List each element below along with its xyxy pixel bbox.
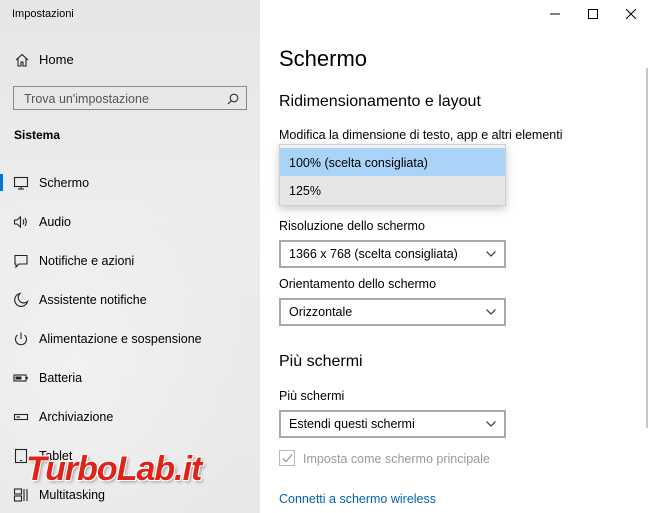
maximize-icon	[588, 9, 598, 19]
nav-home-label: Home	[39, 52, 74, 67]
dropdown-option-125[interactable]: 125%	[280, 176, 505, 205]
section-label: Sistema	[14, 128, 61, 142]
orientation-value: Orizzontale	[289, 305, 353, 319]
power-icon	[13, 331, 29, 347]
home-icon	[14, 52, 30, 68]
scale-dropdown-list[interactable]: 100% (scelta consigliata) 125%	[279, 144, 506, 206]
main-panel: Schermo Ridimensionamento e layout Modif…	[260, 0, 650, 513]
multi-select[interactable]: Estendi questi schermi	[279, 410, 506, 438]
sidebar-item-label: Assistente notifiche	[39, 293, 147, 307]
sidebar-item-label: Schermo	[39, 176, 90, 190]
multi-heading: Più schermi	[279, 353, 363, 370]
sidebar-item-audio[interactable]: Audio	[0, 202, 260, 241]
multi-value: Estendi questi schermi	[289, 417, 415, 431]
close-button[interactable]	[612, 0, 650, 28]
primary-display-checkbox[interactable]	[279, 450, 295, 466]
nav-home[interactable]: Home	[0, 48, 260, 72]
search-icon[interactable]	[227, 92, 239, 105]
dropdown-option-100[interactable]: 100% (scelta consigliata)	[280, 148, 505, 177]
sidebar-item-label: Batteria	[39, 371, 83, 385]
resolution-value: 1366 x 768 (scelta consigliata)	[289, 247, 458, 261]
notification-icon	[13, 253, 29, 269]
scrollbar[interactable]	[646, 68, 648, 428]
search-input[interactable]	[24, 91, 214, 106]
moon-icon	[13, 292, 29, 308]
resolution-label: Risoluzione dello schermo	[279, 219, 425, 233]
resolution-select[interactable]: 1366 x 768 (scelta consigliata)	[279, 240, 506, 268]
sidebar-item-archiviazione[interactable]: Archiviazione	[0, 397, 260, 436]
sidebar-item-label: Audio	[39, 215, 71, 229]
sidebar-item-schermo[interactable]: Schermo	[0, 163, 260, 202]
window-controls	[536, 0, 650, 28]
chevron-down-icon	[486, 421, 496, 427]
search-box[interactable]	[13, 86, 247, 110]
maximize-button[interactable]	[574, 0, 612, 28]
primary-display-label: Imposta come schermo principale	[303, 452, 490, 466]
sidebar-item-batteria[interactable]: Batteria	[0, 358, 260, 397]
sidebar-item-assistente[interactable]: Assistente notifiche	[0, 280, 260, 319]
sidebar-item-label: Alimentazione e sospensione	[39, 332, 202, 346]
chevron-down-icon	[486, 251, 496, 257]
sidebar: Impostazioni Home Sistema Schermo Audio	[0, 0, 260, 513]
sidebar-item-notifiche[interactable]: Notifiche e azioni	[0, 241, 260, 280]
watermark-logo: TurboLab.it	[12, 449, 248, 491]
scale-heading: Ridimensionamento e layout	[279, 93, 481, 110]
speaker-icon	[13, 214, 29, 230]
wireless-display-link[interactable]: Connetti a schermo wireless	[279, 492, 436, 506]
app-title: Impostazioni	[12, 8, 74, 20]
checkmark-icon	[282, 454, 293, 463]
page-title: Schermo	[279, 46, 368, 71]
minimize-button[interactable]	[536, 0, 574, 28]
option-label: 125%	[289, 184, 321, 198]
monitor-icon	[13, 175, 29, 191]
scale-label: Modifica la dimensione di testo, app e a…	[279, 128, 563, 142]
sidebar-item-alimentazione[interactable]: Alimentazione e sospensione	[0, 319, 260, 358]
orientation-label: Orientamento dello schermo	[279, 277, 437, 291]
close-icon	[626, 9, 636, 19]
multi-label: Più schermi	[279, 389, 345, 403]
sidebar-item-label: Archiviazione	[39, 410, 114, 424]
watermark-text: TurboLab.it	[26, 450, 202, 488]
minimize-icon	[550, 13, 560, 15]
option-label: 100% (scelta consigliata)	[289, 156, 428, 170]
storage-icon	[13, 409, 29, 425]
sidebar-item-label: Notifiche e azioni	[39, 254, 135, 268]
battery-icon	[13, 370, 29, 386]
chevron-down-icon	[486, 309, 496, 315]
orientation-select[interactable]: Orizzontale	[279, 298, 506, 326]
